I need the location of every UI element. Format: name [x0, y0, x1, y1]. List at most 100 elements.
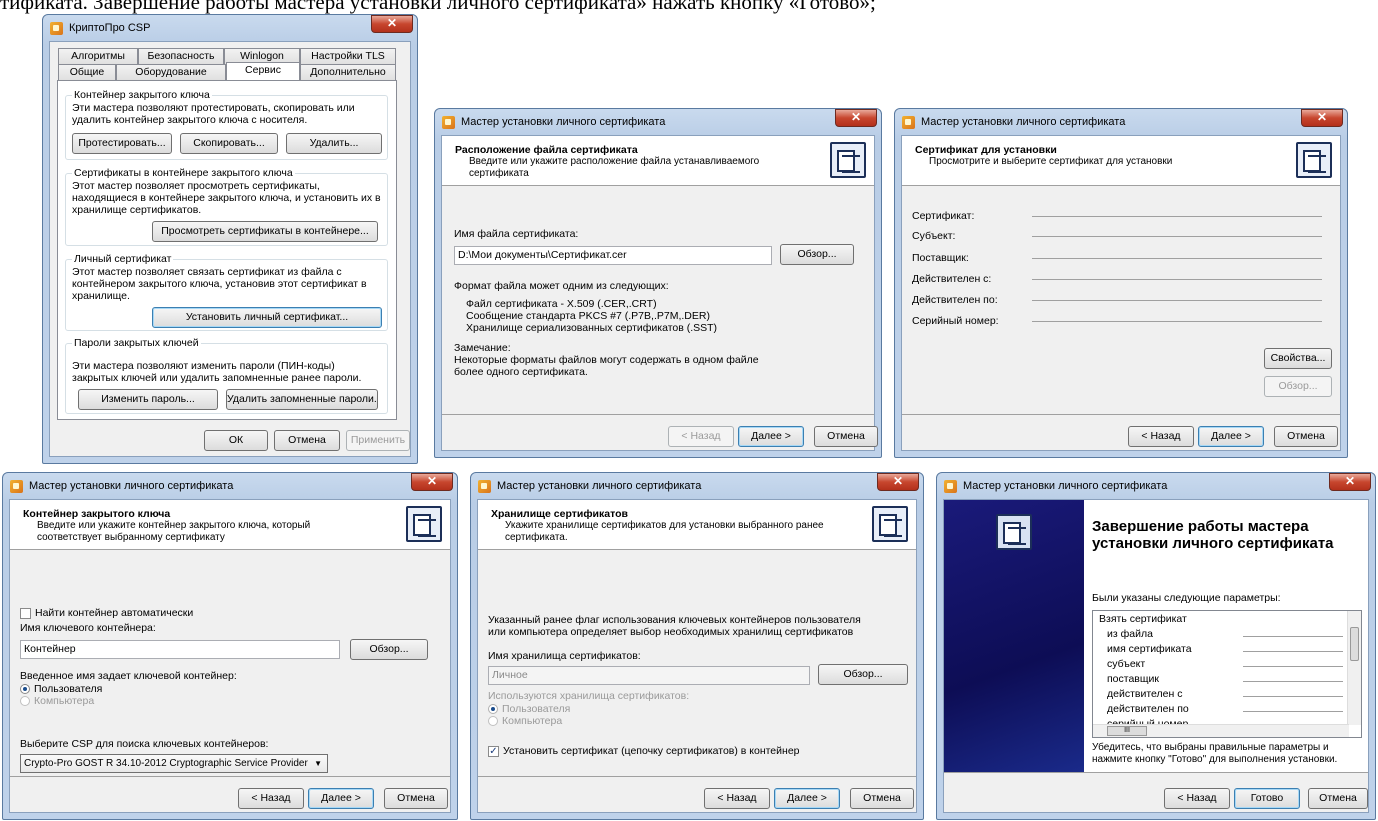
wizard-body: Контейнер закрытого ключа Введите или ук…	[9, 499, 451, 813]
wizard-body: Сертификат для установки Просмотрите и в…	[901, 135, 1341, 451]
next-button[interactable]: Далее >	[1198, 426, 1264, 447]
cancel-button[interactable]: Отмена	[1308, 788, 1368, 809]
tab-advanced[interactable]: Дополнительно	[300, 64, 396, 80]
app-icon	[944, 479, 957, 493]
back-button[interactable]: < Назад	[238, 788, 304, 809]
tab-panel: Контейнер закрытого ключа Эти мастера по…	[57, 80, 397, 420]
view-certs-button[interactable]: Просмотреть сертификаты в контейнере...	[152, 221, 378, 242]
step-title: Расположение файла сертификата	[455, 144, 638, 156]
tab-general[interactable]: Общие	[58, 64, 116, 80]
param-value	[1243, 651, 1343, 652]
completion-title: Завершение работы мастера установки личн…	[1092, 518, 1334, 552]
wizard-body: Расположение файла сертификата Введите и…	[441, 135, 878, 451]
field-value	[1032, 258, 1322, 259]
radio-computer[interactable]	[20, 696, 30, 706]
param-value	[1243, 666, 1343, 667]
close-button[interactable]: ✕	[877, 473, 919, 491]
back-button[interactable]: < Назад	[1164, 788, 1230, 809]
dialog-body: Алгоритмы Безопасность Winlogon Настройк…	[49, 41, 411, 457]
app-icon	[10, 479, 23, 493]
app-icon	[442, 115, 455, 129]
change-password-button[interactable]: Изменить пароль...	[78, 389, 218, 410]
copy-button[interactable]: Скопировать...	[180, 133, 278, 154]
close-button[interactable]: ✕	[1329, 473, 1371, 491]
browse-button[interactable]: Обзор...	[818, 664, 908, 685]
title-bar: Мастер установки личного сертификата ✕	[8, 473, 453, 499]
param-value	[1243, 636, 1343, 637]
close-button[interactable]: ✕	[1301, 109, 1343, 127]
properties-button[interactable]: Свойства...	[1264, 348, 1332, 369]
app-icon	[50, 21, 63, 35]
tab-service[interactable]: Сервис	[226, 62, 300, 80]
group-label: Контейнер закрытого ключа	[72, 89, 212, 101]
group-text: Этот мастер позволяет просмотреть сертиф…	[72, 180, 381, 216]
window-title: Мастер установки личного сертификата	[29, 480, 234, 492]
wizard-header: Хранилище сертификатов Укажите хранилище…	[478, 500, 916, 550]
format-item: Хранилище сериализованных сертификатов (…	[466, 322, 718, 334]
tab-algorithms[interactable]: Алгоритмы	[58, 48, 138, 64]
test-button[interactable]: Протестировать...	[72, 133, 172, 154]
param-row: Взять сертификат	[1099, 613, 1187, 625]
step-title: Сертификат для установки	[915, 144, 1057, 156]
divider	[902, 414, 1340, 415]
cancel-button[interactable]: Отмена	[384, 788, 448, 809]
group-certs-in-container: Сертификаты в контейнере закрытого ключа…	[65, 167, 388, 246]
file-path-field[interactable]: D:\Мои документы\Сертификат.cer	[454, 246, 772, 265]
group-text: Этот мастер позволяет связать сертификат…	[72, 266, 367, 302]
auto-find-checkbox[interactable]	[20, 608, 31, 619]
container-name-field[interactable]: Контейнер	[20, 640, 340, 659]
title-bar: Мастер установки личного сертификата ✕	[900, 109, 1343, 135]
install-chain-checkbox[interactable]: ✓	[488, 746, 499, 757]
back-button[interactable]: < Назад	[668, 426, 734, 447]
close-button[interactable]: ✕	[371, 15, 413, 33]
cancel-button[interactable]: Отмена	[274, 430, 340, 451]
scroll-thumb[interactable]	[1350, 627, 1359, 661]
tab-tls[interactable]: Настройки TLS	[300, 48, 396, 64]
field-label: Поставщик:	[912, 252, 969, 264]
hscroll-thumb[interactable]: III	[1107, 726, 1147, 736]
cancel-button[interactable]: Отмена	[1274, 426, 1338, 447]
cancel-button[interactable]: Отмена	[850, 788, 914, 809]
params-list[interactable]: Взять сертификат из файла имя сертификат…	[1092, 610, 1362, 738]
group-text: Эти мастера позволяют изменить пароли (П…	[72, 360, 362, 384]
divider	[442, 414, 874, 415]
horizontal-scrollbar[interactable]: III	[1093, 724, 1349, 737]
wizard-body: Завершение работы мастера установки личн…	[943, 499, 1369, 813]
wizard-cert-to-install-window: Мастер установки личного сертификата ✕ С…	[894, 108, 1348, 458]
wizard-header: Сертификат для установки Просмотрите и в…	[902, 136, 1340, 186]
field-value	[1032, 216, 1322, 217]
apply-button[interactable]: Применить	[346, 430, 410, 451]
close-button[interactable]: ✕	[411, 473, 453, 491]
tab-security[interactable]: Безопасность	[138, 48, 224, 64]
cancel-button[interactable]: Отмена	[814, 426, 878, 447]
next-button[interactable]: Далее >	[308, 788, 374, 809]
radio-user[interactable]	[488, 704, 498, 714]
next-button[interactable]: Далее >	[774, 788, 840, 809]
tab-hardware[interactable]: Оборудование	[116, 64, 226, 80]
delete-button[interactable]: Удалить...	[286, 133, 382, 154]
browse-button[interactable]: Обзор...	[780, 244, 854, 265]
store-name-field[interactable]: Личное	[488, 666, 810, 685]
next-button[interactable]: Далее >	[738, 426, 804, 447]
vertical-scrollbar[interactable]	[1347, 611, 1361, 725]
radio-computer[interactable]	[488, 716, 498, 726]
csp-select[interactable]: Crypto-Pro GOST R 34.10-2012 Cryptograph…	[20, 754, 328, 773]
radio-user[interactable]	[20, 684, 30, 694]
note-text: Некоторые форматы файлов могут содержать…	[454, 354, 759, 366]
title-bar: КриптоПро CSP ✕	[48, 15, 413, 41]
ok-button[interactable]: ОК	[204, 430, 268, 451]
browse-button[interactable]: Обзор...	[1264, 376, 1332, 397]
group-key-passwords: Пароли закрытых ключей Эти мастера позво…	[65, 337, 388, 414]
back-button[interactable]: < Назад	[1128, 426, 1194, 447]
store-info: Указанный ранее флаг использования ключе…	[488, 614, 861, 638]
delete-saved-passwords-button[interactable]: Удалить запомненные пароли...	[226, 389, 378, 410]
params-label: Были указаны следующие параметры:	[1092, 592, 1281, 604]
finish-button[interactable]: Готово	[1234, 788, 1300, 809]
wizard-key-container-window: Мастер установки личного сертификата ✕ К…	[2, 472, 458, 820]
browse-button[interactable]: Обзор...	[350, 639, 428, 660]
divider	[10, 776, 450, 777]
install-personal-cert-button[interactable]: Установить личный сертификат...	[152, 307, 382, 328]
group-text: Эти мастера позволяют протестировать, ск…	[72, 102, 355, 126]
close-button[interactable]: ✕	[835, 109, 877, 127]
back-button[interactable]: < Назад	[704, 788, 770, 809]
